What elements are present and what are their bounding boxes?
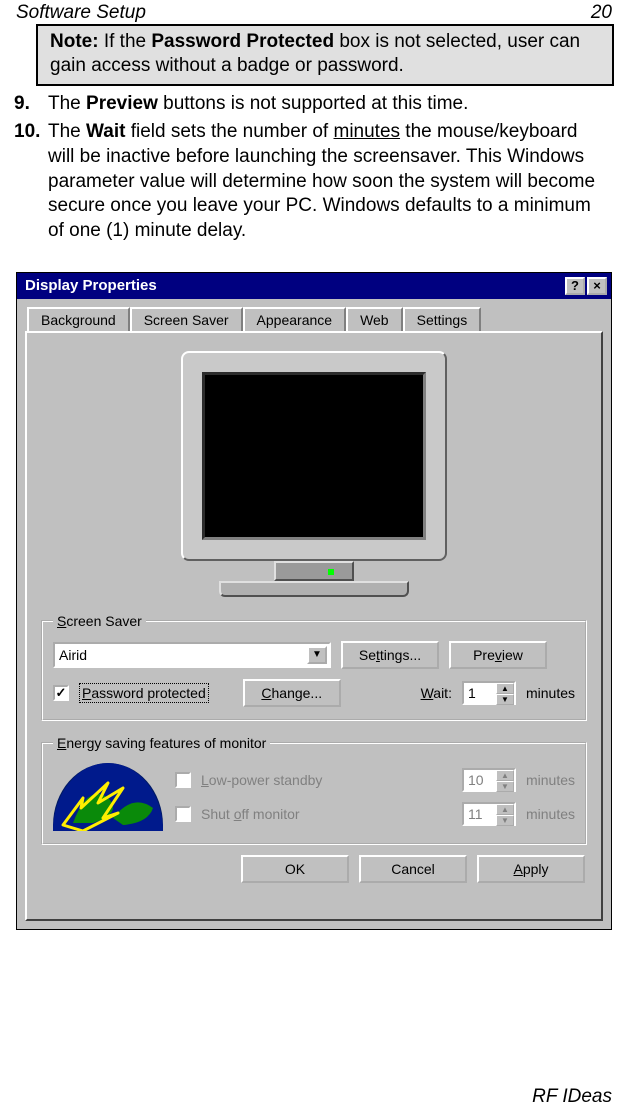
tabstrip: Background Screen Saver Appearance Web S… <box>17 299 611 331</box>
shut-off-units: minutes <box>526 806 575 822</box>
low-power-spinner[interactable]: ▲▼ <box>462 768 516 792</box>
tab-settings[interactable]: Settings <box>403 307 482 331</box>
screensaver-select[interactable]: Airid ▼ <box>53 642 331 668</box>
password-protected-label: Password protected <box>79 683 209 703</box>
preview-button[interactable]: Preview <box>449 641 547 669</box>
tab-background[interactable]: Background <box>27 307 130 331</box>
page-header: Software Setup 20 <box>14 0 614 24</box>
preview-screen <box>202 372 426 540</box>
page-number: 20 <box>591 2 612 24</box>
ok-button[interactable]: OK <box>241 855 349 883</box>
low-power-input[interactable] <box>464 770 496 790</box>
spin-down-button[interactable]: ▼ <box>496 781 514 792</box>
section-title: Software Setup <box>16 2 146 24</box>
tab-screen-saver[interactable]: Screen Saver <box>130 307 243 331</box>
close-button[interactable]: × <box>587 277 607 295</box>
titlebar: Display Properties ? × <box>17 273 611 299</box>
note-label: Note: <box>50 31 99 52</box>
display-properties-dialog: Display Properties ? × Background Screen… <box>16 272 612 930</box>
shut-off-spinner[interactable]: ▲▼ <box>462 802 516 826</box>
screensaver-legend: Screen Saver <box>53 613 146 629</box>
step-10: 10. The Wait field sets the number of mi… <box>14 120 614 243</box>
spin-down-button[interactable]: ▼ <box>496 694 514 705</box>
energy-legend: Energy saving features of monitor <box>53 735 270 751</box>
apply-button[interactable]: Apply <box>477 855 585 883</box>
spin-up-button[interactable]: ▲ <box>496 770 514 781</box>
spin-up-button[interactable]: ▲ <box>496 804 514 815</box>
cancel-button[interactable]: Cancel <box>359 855 467 883</box>
step-list: 9. The Preview buttons is not supported … <box>14 92 614 244</box>
shut-off-input[interactable] <box>464 804 496 824</box>
low-power-checkbox[interactable] <box>175 772 191 788</box>
spin-up-button[interactable]: ▲ <box>496 683 514 694</box>
note-box: Note: If the Password Protected box is n… <box>36 24 614 86</box>
step-9: 9. The Preview buttons is not supported … <box>14 92 614 117</box>
tab-appearance[interactable]: Appearance <box>243 307 347 331</box>
power-led-icon <box>328 569 334 575</box>
spin-down-button[interactable]: ▼ <box>496 815 514 826</box>
low-power-label: Low-power standby <box>201 772 322 788</box>
settings-button[interactable]: Settings... <box>341 641 439 669</box>
energy-star-icon <box>53 763 163 831</box>
password-protected-checkbox[interactable]: ✓ <box>53 685 69 701</box>
energy-group: Energy saving features of monitor <box>41 735 587 845</box>
change-button[interactable]: Change... <box>243 679 341 707</box>
dropdown-arrow-icon[interactable]: ▼ <box>307 646 327 664</box>
low-power-units: minutes <box>526 772 575 788</box>
tab-panel: Screen Saver Airid ▼ Settings... Preview… <box>25 331 603 921</box>
screensaver-selected-value: Airid <box>59 647 87 663</box>
shut-off-checkbox[interactable] <box>175 806 191 822</box>
help-button[interactable]: ? <box>565 277 585 295</box>
wait-label: Wait: <box>421 685 452 701</box>
monitor-preview <box>181 351 447 597</box>
wait-input[interactable] <box>464 683 496 703</box>
shut-off-label: Shut off monitor <box>201 806 300 822</box>
page-footer: RF IDeas <box>532 1086 612 1108</box>
screensaver-group: Screen Saver Airid ▼ Settings... Preview… <box>41 613 587 721</box>
window-title: Display Properties <box>21 277 563 294</box>
wait-units: minutes <box>526 685 575 701</box>
wait-spinner[interactable]: ▲▼ <box>462 681 516 705</box>
tab-web[interactable]: Web <box>346 307 403 331</box>
